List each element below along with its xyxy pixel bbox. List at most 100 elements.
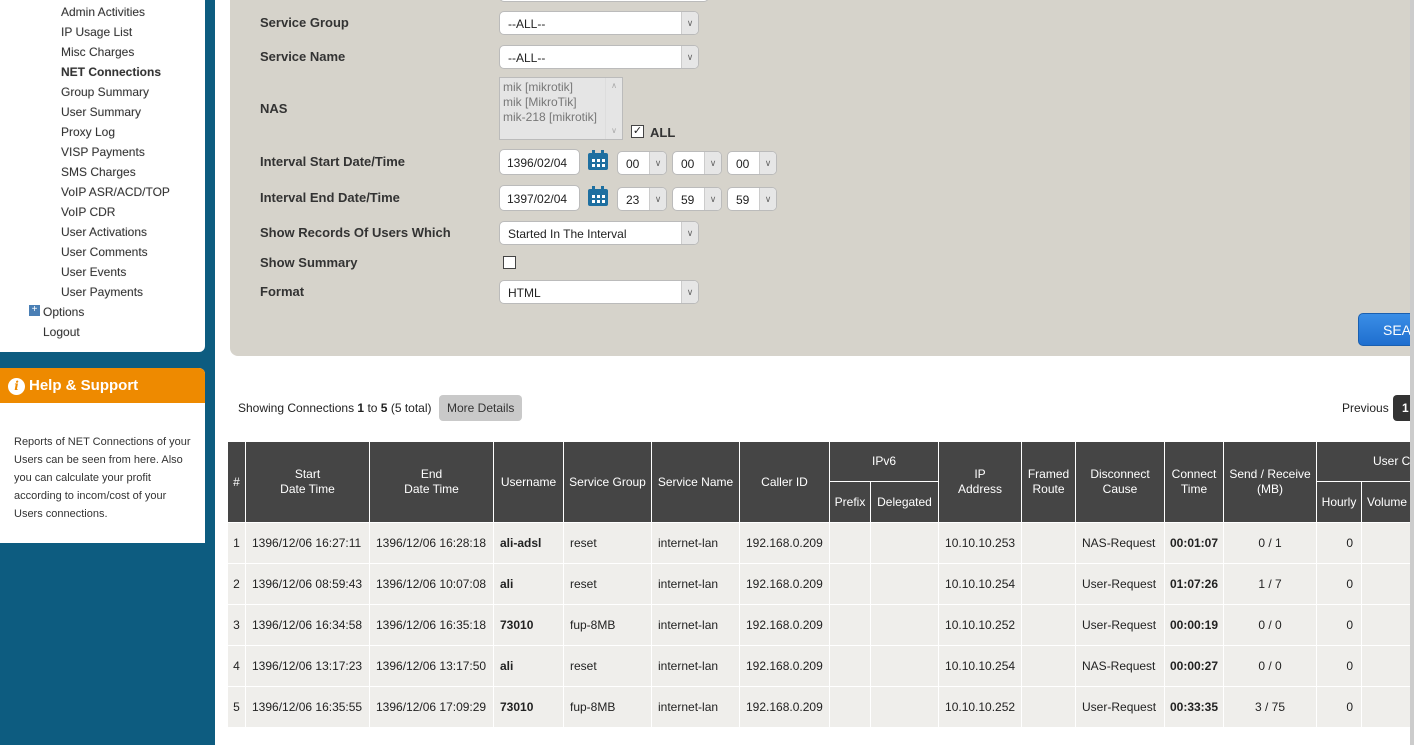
help-text: Reports of NET Connections of your Users… bbox=[14, 436, 191, 520]
show-summary-label: Show Summary bbox=[260, 255, 358, 270]
table-row[interactable]: 5 1396/12/06 16:35:55 1396/12/06 17:09:29 7… bbox=[227, 686, 1414, 728]
sidebar-item[interactable]: User Events bbox=[61, 265, 126, 279]
table-cell: ali bbox=[493, 645, 564, 687]
listbox-scrollbar[interactable]: ∧ ∨ bbox=[605, 78, 622, 139]
service-name-select[interactable]: --ALL-- ∨ bbox=[499, 45, 699, 69]
table-cell: 192.168.0.209 bbox=[739, 686, 830, 728]
table-cell: 192.168.0.209 bbox=[739, 645, 830, 687]
end-hour-value: 23 bbox=[626, 193, 640, 207]
calendar-icon[interactable] bbox=[587, 185, 609, 207]
sidebar-item[interactable]: Proxy Log bbox=[61, 125, 115, 139]
col-ip[interactable]: IP Address bbox=[938, 441, 1023, 523]
chevron-down-icon: ∨ bbox=[704, 188, 721, 210]
table-row[interactable]: 4 1396/12/06 13:17:23 1396/12/06 13:17:50 a… bbox=[227, 645, 1414, 687]
end-second-value: 59 bbox=[736, 193, 750, 207]
end-date-input[interactable]: 1397/02/04 bbox=[499, 185, 580, 211]
chevron-down-icon: ∨ bbox=[649, 188, 666, 210]
sidebar-item[interactable]: User Payments bbox=[61, 285, 143, 299]
table-row[interactable]: 2 1396/12/06 08:59:43 1396/12/06 10:07:08 a… bbox=[227, 563, 1414, 605]
end-hour-select[interactable]: 23 ∨ bbox=[617, 187, 667, 211]
show-records-select[interactable]: Started In The Interval ∨ bbox=[499, 221, 699, 245]
sidebar-item[interactable]: VISP Payments bbox=[61, 145, 145, 159]
table-cell: 1396/12/06 10:07:08 bbox=[369, 563, 494, 605]
table-row[interactable]: 3 1396/12/06 16:34:58 1396/12/06 16:35:18 7… bbox=[227, 604, 1414, 646]
table-cell bbox=[1021, 686, 1077, 728]
table-row[interactable]: 1 1396/12/06 16:27:11 1396/12/06 16:28:18 a… bbox=[227, 522, 1414, 564]
expand-plus-icon[interactable]: + bbox=[29, 305, 40, 316]
calendar-icon[interactable] bbox=[587, 149, 609, 171]
table-cell: 192.168.0.209 bbox=[739, 522, 830, 564]
sidebar-item-logout[interactable]: Logout bbox=[43, 325, 80, 339]
col-connect-time[interactable]: Connect Time bbox=[1164, 441, 1225, 523]
start-hour-value: 00 bbox=[626, 157, 640, 171]
col-caller-id[interactable]: Caller ID bbox=[739, 441, 830, 523]
page-scrollbar[interactable] bbox=[1410, 0, 1414, 745]
col-prefix[interactable]: Prefix bbox=[829, 481, 871, 523]
table-cell: 78 bbox=[1361, 686, 1414, 728]
table-cell: 1396/12/06 17:09:29 bbox=[369, 686, 494, 728]
sidebar-item[interactable]: Admin Activities bbox=[61, 5, 145, 19]
nas-multiselect[interactable]: mik [mikrotik] mik [MikroTik] mik-218 [m… bbox=[499, 77, 623, 140]
table-cell: 1396/12/06 16:28:18 bbox=[369, 522, 494, 564]
col-end[interactable]: End Date Time bbox=[369, 441, 494, 523]
col-service-name[interactable]: Service Name bbox=[651, 441, 740, 523]
table-cell: 00:00:19 bbox=[1164, 604, 1225, 646]
start-hour-select[interactable]: 00 ∨ bbox=[617, 151, 667, 175]
nas-label: NAS bbox=[260, 101, 288, 116]
end-second-select[interactable]: 59 ∨ bbox=[727, 187, 777, 211]
col-username[interactable]: Username bbox=[493, 441, 564, 523]
previous-page-link[interactable]: Previous bbox=[1342, 401, 1389, 415]
end-minute-select[interactable]: 59 ∨ bbox=[672, 187, 722, 211]
more-details-button[interactable]: More Details bbox=[439, 395, 523, 421]
start-second-select[interactable]: 00 ∨ bbox=[727, 151, 777, 175]
nas-option[interactable]: mik [MikroTik] bbox=[503, 95, 619, 110]
sidebar-item[interactable]: VoIP ASR/ACD/TOP bbox=[61, 185, 170, 199]
col-service-group[interactable]: Service Group bbox=[563, 441, 652, 523]
search-button[interactable]: SEA bbox=[1358, 313, 1414, 346]
nas-all-checkbox[interactable]: ✓ bbox=[631, 125, 644, 138]
nas-option[interactable]: mik-218 [mikrotik] bbox=[503, 110, 619, 125]
start-date-input[interactable]: 1396/02/04 bbox=[499, 149, 580, 175]
sidebar-item[interactable]: User Activations bbox=[61, 225, 147, 239]
table-cell: 73010 bbox=[493, 604, 564, 646]
col-send-receive[interactable]: Send / Receive (MB) bbox=[1223, 441, 1318, 523]
sidebar-item[interactable]: IP Usage List bbox=[61, 25, 132, 39]
col-delegated[interactable]: Delegated bbox=[869, 481, 940, 523]
table-cell: 1 / 7 bbox=[1223, 563, 1318, 605]
chevron-down-icon: ∨ bbox=[681, 46, 698, 68]
table-cell bbox=[869, 686, 940, 728]
table-cell: 8 bbox=[1361, 563, 1414, 605]
table-cell: 1396/12/06 13:17:23 bbox=[245, 645, 370, 687]
table-cell: 1396/12/06 16:27:11 bbox=[245, 522, 370, 564]
col-framed-route[interactable]: Framed Route bbox=[1021, 441, 1077, 523]
table-cell: internet-lan bbox=[651, 686, 740, 728]
col-hourly[interactable]: Hourly bbox=[1316, 481, 1363, 523]
sidebar-item-options[interactable]: Options bbox=[43, 305, 84, 319]
table-cell: 0 bbox=[1316, 522, 1363, 564]
table-cell: NAS-Request bbox=[1075, 522, 1166, 564]
sidebar-item[interactable]: VoIP CDR bbox=[61, 205, 115, 219]
show-summary-checkbox[interactable] bbox=[503, 256, 516, 269]
col-volume[interactable]: Volume bbox=[1361, 481, 1414, 523]
sidebar-item[interactable]: Misc Charges bbox=[61, 45, 134, 59]
service-group-select[interactable]: --ALL-- ∨ bbox=[499, 11, 699, 35]
sidebar-item[interactable]: SMS Charges bbox=[61, 165, 136, 179]
sidebar-item[interactable]: NET Connections bbox=[61, 65, 161, 79]
nas-option[interactable]: mik [mikrotik] bbox=[503, 80, 619, 95]
sidebar-item[interactable]: User Comments bbox=[61, 245, 148, 259]
table-cell bbox=[829, 686, 871, 728]
table-cell bbox=[1021, 522, 1077, 564]
format-select[interactable]: HTML ∨ bbox=[499, 280, 699, 304]
col-start[interactable]: Start Date Time bbox=[245, 441, 370, 523]
info-icon: i bbox=[8, 378, 25, 395]
col-disconnect[interactable]: Disconnect Cause bbox=[1075, 441, 1166, 523]
start-minute-select[interactable]: 00 ∨ bbox=[672, 151, 722, 175]
table-cell: internet-lan bbox=[651, 563, 740, 605]
sidebar-item[interactable]: Group Summary bbox=[61, 85, 149, 99]
table-cell: 73010 bbox=[493, 686, 564, 728]
table-cell: 00:01:07 bbox=[1164, 522, 1225, 564]
sidebar-item[interactable]: User Summary bbox=[61, 105, 141, 119]
top-select-partial[interactable] bbox=[499, 0, 709, 2]
start-minute-value: 00 bbox=[681, 157, 695, 171]
table-cell: 1396/12/06 16:35:18 bbox=[369, 604, 494, 646]
